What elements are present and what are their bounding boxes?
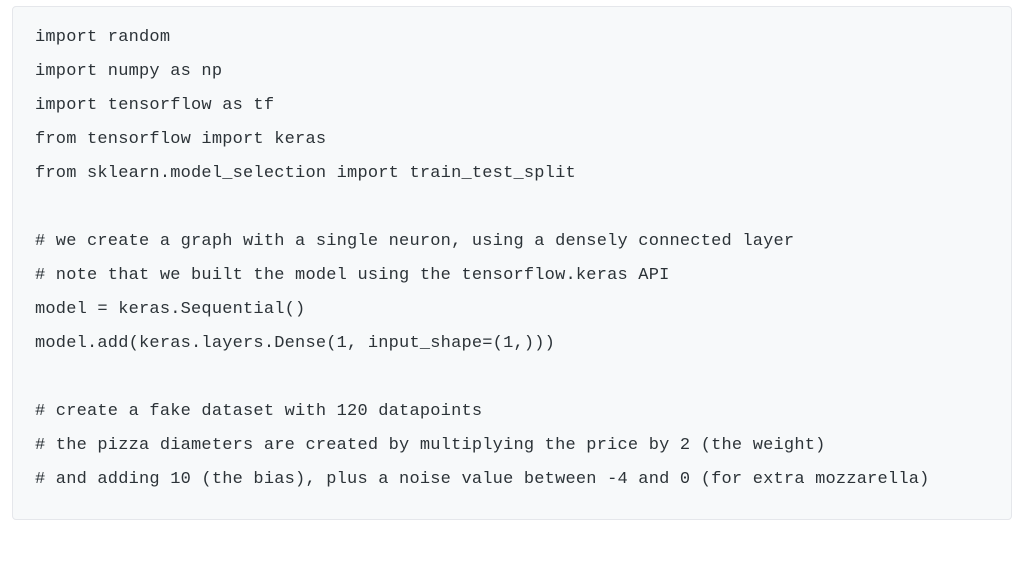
code-block: import random import numpy as np import …: [12, 6, 1012, 520]
